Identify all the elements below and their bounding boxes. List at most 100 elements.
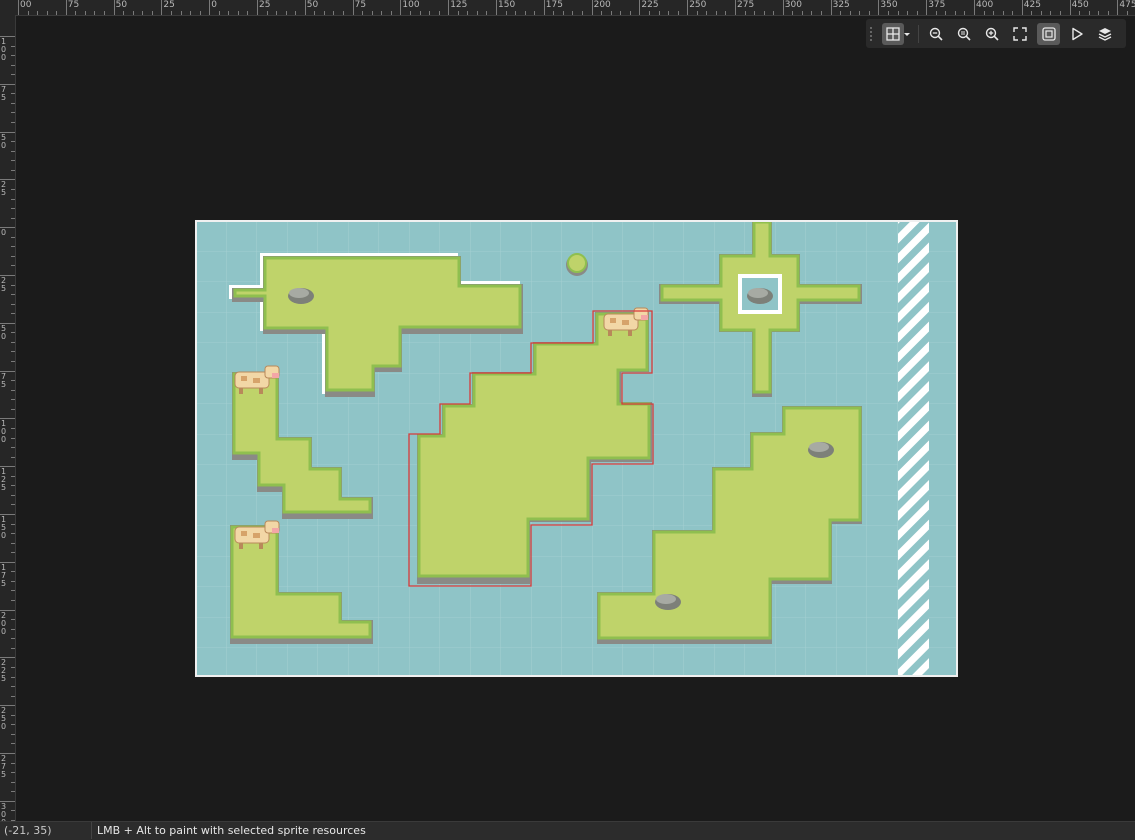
ruler-tick [1021,0,1023,15]
ruler-minor-tick [11,150,15,152]
ruler-minor-tick [11,542,15,544]
grid-toggle-button[interactable] [881,22,904,45]
ruler-minor-tick [237,11,239,15]
ruler-minor-tick [1098,11,1100,15]
ruler-minor-tick [180,11,182,15]
ruler-minor-tick [11,102,15,104]
ruler-minor-tick [190,11,192,15]
scene-viewport[interactable] [195,220,958,677]
ruler-minor-tick [773,11,775,15]
ruler-minor-tick [11,733,15,735]
ruler-tick [448,0,450,15]
ruler-label: 50 [306,0,319,10]
ruler-minor-tick [11,781,15,783]
layers-button[interactable] [1094,23,1116,45]
zoom-in-button[interactable] [981,23,1003,45]
ruler-minor-tick [696,11,698,15]
ruler-label: 250 [1,706,7,732]
ruler-minor-tick [668,11,670,15]
ruler-tick [257,0,258,15]
toolbar-grip[interactable] [870,26,878,41]
ruler-tick [878,0,880,15]
scene-canvas[interactable] [197,222,956,675]
ruler-label: 75 [1,371,7,389]
ruler-minor-tick [84,11,86,15]
ruler-minor-tick [11,122,15,124]
ruler-minor-tick [11,112,15,114]
status-bar: (-21, 35) LMB + Alt to paint with select… [0,821,1135,840]
ruler-minor-tick [601,11,603,15]
frame-toggle-button[interactable] [1037,22,1060,45]
ruler-minor-tick [916,11,918,15]
ruler-label: 25 [163,0,175,10]
ruler-minor-tick [381,11,383,15]
ruler-tick [18,0,19,15]
ruler-minor-tick [744,11,746,15]
ruler-minor-tick [247,11,249,15]
ruler-minor-tick [11,772,15,774]
ruler-minor-tick [11,55,15,57]
ruler-tick [400,0,402,15]
ruler-minor-tick [11,217,15,219]
ruler-minor-tick [295,11,297,15]
ruler-tick [209,0,211,15]
ruler-minor-tick [1002,11,1004,15]
ruler-label: 50 [1,132,7,150]
ruler-minor-tick [11,619,15,621]
fit-view-button[interactable] [1009,23,1031,45]
ruler-minor-tick [371,11,373,15]
ruler-tick [161,0,163,15]
zoom-reset-button[interactable] [953,23,975,45]
ruler-label: 50 [115,0,128,10]
ruler-minor-tick [1031,11,1033,15]
ruler-label: 50 [1,323,7,341]
ruler-minor-tick [37,11,39,15]
ruler-minor-tick [868,11,870,15]
toolbar-separator [917,24,919,43]
ruler-minor-tick [266,11,268,15]
ruler-minor-tick [811,11,813,15]
ruler-label: 75 [354,0,367,10]
ruler-label: 0 [211,0,217,10]
ruler-minor-tick [11,332,15,334]
ruler-minor-tick [725,11,727,15]
ruler-minor-tick [11,399,15,401]
ruler-minor-tick [11,45,15,47]
ruler-tick [974,0,975,15]
ruler-minor-tick [840,11,842,15]
ruler-minor-tick [945,11,947,15]
ruler-label: 300 [784,0,802,10]
ruler-label: 25 [259,0,271,10]
ruler-minor-tick [763,11,765,15]
ruler-label: 175 [545,0,563,10]
ruler-minor-tick [620,11,622,15]
ruler-minor-tick [1012,11,1014,15]
ruler-minor-tick [11,791,15,793]
frame-icon [1041,26,1056,41]
striped-boundary [898,222,929,675]
ruler-minor-tick [132,11,134,15]
grid-options-dropdown[interactable] [902,23,912,45]
ruler-minor-tick [11,255,15,257]
layers-icon [1098,27,1112,41]
ruler-minor-tick [610,11,612,15]
ruler-minor-tick [142,11,144,15]
ruler-minor-tick [1050,11,1052,15]
zoom-out-button[interactable] [925,23,947,45]
ruler-tick [639,0,641,15]
ruler-minor-tick [11,552,15,554]
ruler-minor-tick [170,11,172,15]
zoom-reset-icon [957,27,971,41]
ruler-minor-tick [983,11,985,15]
ruler-minor-tick [11,408,15,410]
ruler-minor-tick [11,714,15,716]
ruler-minor-tick [11,389,15,391]
play-button[interactable] [1066,23,1088,45]
ruler-tick [1069,0,1071,15]
ruler-minor-tick [11,475,15,477]
cursor-coordinates: (-21, 35) [4,824,52,837]
ruler-minor-tick [323,11,325,15]
ruler-label: 250 [689,0,707,10]
ruler-tick [735,0,736,15]
ruler-minor-tick [907,11,909,15]
